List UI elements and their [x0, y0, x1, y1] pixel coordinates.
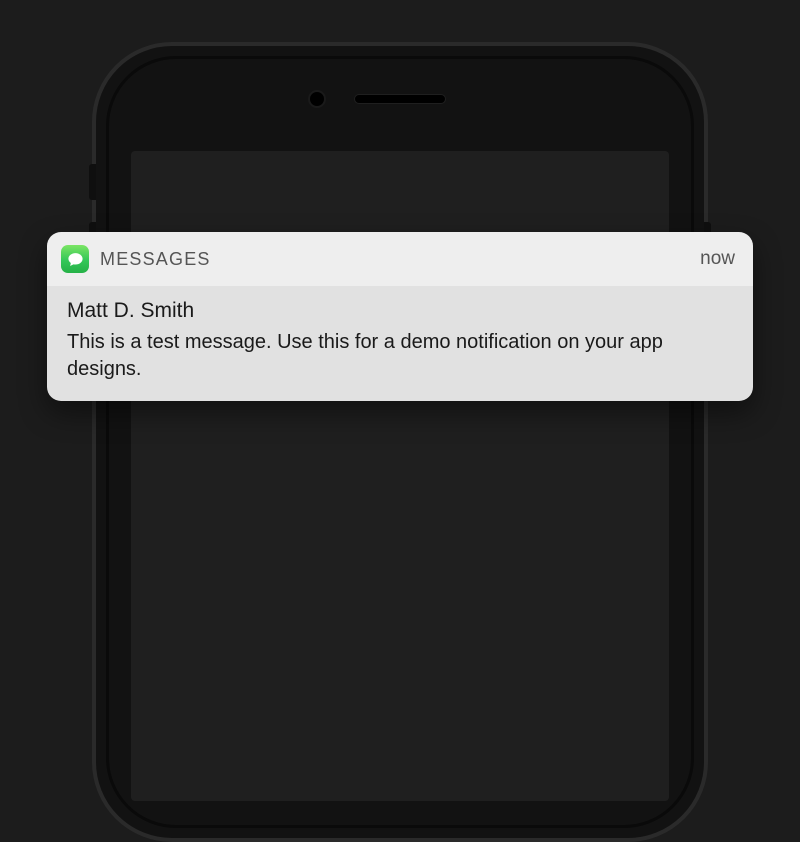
notification-body: Matt D. Smith This is a test message. Us… [47, 286, 753, 401]
sender-name: Matt D. Smith [67, 299, 731, 323]
phone-speaker [354, 94, 446, 104]
speech-bubble-icon [67, 251, 84, 268]
notification-header: MESSAGES now [47, 232, 753, 286]
phone-frame [92, 42, 708, 842]
message-text: This is a test message. Use this for a d… [67, 329, 731, 383]
app-name-label: MESSAGES [100, 249, 689, 270]
phone-side-button [89, 164, 96, 200]
phone-camera [308, 90, 326, 108]
messages-app-icon [61, 245, 89, 273]
timestamp-label: now [700, 248, 735, 270]
notification-card[interactable]: MESSAGES now Matt D. Smith This is a tes… [47, 232, 753, 401]
